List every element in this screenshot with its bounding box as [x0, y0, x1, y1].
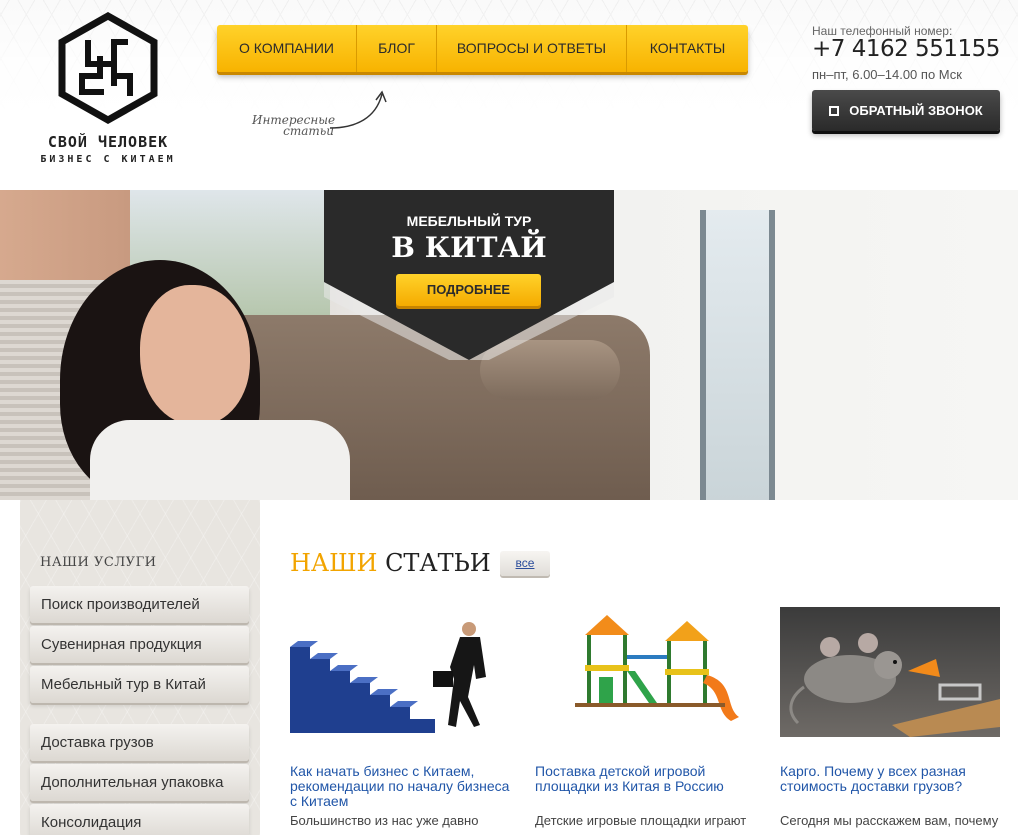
articles-heading-rest: СТАТЬИ: [385, 549, 491, 577]
blog-hint: Интересные статьи: [252, 114, 335, 138]
sidebar-item-souvenirs[interactable]: Сувенирная продукция: [30, 626, 249, 663]
articles-heading: НАШИ СТАТЬИ: [290, 549, 491, 577]
callback-label: ОБРАТНЫЙ ЗВОНОК: [849, 103, 983, 118]
sidebar-item-furniture-tour[interactable]: Мебельный тур в Китай: [30, 666, 249, 703]
sidebar-item-manufacturers[interactable]: Поиск производителей: [30, 586, 249, 623]
phone-number[interactable]: +7 4162 551155: [812, 36, 1000, 62]
article-image-business[interactable]: [290, 607, 510, 737]
blog-hint-line2: статьи: [283, 124, 334, 138]
callback-button[interactable]: ОБРАТНЫЙ ЗВОНОК: [812, 90, 1000, 131]
nav-item-blog[interactable]: БЛОГ: [357, 25, 437, 72]
arrow-icon: [329, 90, 387, 129]
main-nav: О КОМПАНИИ БЛОГ ВОПРОСЫ И ОТВЕТЫ КОНТАКТ…: [217, 25, 748, 72]
sidebar-title: НАШИ УСЛУГИ: [40, 555, 157, 570]
logo[interactable]: СВОЙ ЧЕЛОВЕК БИЗНЕС С КИТАЕМ: [28, 12, 188, 172]
article-title-playground[interactable]: Поставка детской игровой площадки из Кит…: [535, 764, 755, 794]
nav-item-contacts[interactable]: КОНТАКТЫ: [627, 25, 748, 72]
hero-photo-woman-face: [140, 285, 250, 425]
playground-illustration: [535, 607, 755, 737]
article-image-cargo[interactable]: [780, 607, 1000, 737]
article-text-cargo: Сегодня мы расскажем вам, почему: [780, 813, 999, 828]
logo-tagline: БИЗНЕС С КИТАЕМ: [40, 154, 176, 165]
hero-title: МЕБЕЛЬНЫЙ ТУР: [406, 213, 532, 229]
hero-more-button[interactable]: ПОДРОБНЕЕ: [396, 274, 541, 306]
article-title-business[interactable]: Как начать бизнес с Китаем, рекомендации…: [290, 764, 510, 809]
sidebar-item-packing[interactable]: Дополнительная упаковка: [30, 764, 249, 801]
hero-banner: МЕБЕЛЬНЫЙ ТУР В КИТАЙ ПОДРОБНЕЕ: [0, 190, 1018, 500]
article-title-cargo[interactable]: Карго. Почему у всех разная стоимость до…: [780, 764, 1000, 794]
services-sidebar: НАШИ УСЛУГИ Поиск производителей Сувенир…: [20, 500, 260, 835]
hero-photo-window-right: [700, 210, 775, 500]
checkbox-icon: [829, 105, 840, 116]
logo-name: СВОЙ ЧЕЛОВЕК: [47, 133, 169, 151]
site-header: СВОЙ ЧЕЛОВЕК БИЗНЕС С КИТАЕМ О КОМПАНИИ …: [0, 0, 1018, 190]
article-image-playground[interactable]: [535, 607, 755, 737]
article-text-playground: Детские игровые площадки играют: [535, 813, 747, 828]
sidebar-item-delivery[interactable]: Доставка грузов: [30, 724, 249, 761]
article-text-business: Большинство из нас уже давно: [290, 813, 479, 828]
logo-mark-icon: [58, 12, 158, 124]
nav-item-faq[interactable]: ВОПРОСЫ И ОТВЕТЫ: [437, 25, 627, 72]
working-hours: пн–пт, 6.00–14.00 по Мск: [812, 67, 962, 82]
all-articles-button[interactable]: все: [500, 551, 550, 576]
articles-heading-accent: НАШИ: [290, 549, 378, 577]
businessman-stairs-illustration: [290, 607, 510, 737]
sidebar-item-consolidation[interactable]: Консолидация: [30, 804, 249, 835]
mouse-trap-photo: [780, 607, 1000, 737]
hero-photo-woman-shirt: [90, 420, 350, 500]
nav-item-company[interactable]: О КОМПАНИИ: [217, 25, 357, 72]
hero-subtitle: В КИТАЙ: [391, 231, 547, 264]
